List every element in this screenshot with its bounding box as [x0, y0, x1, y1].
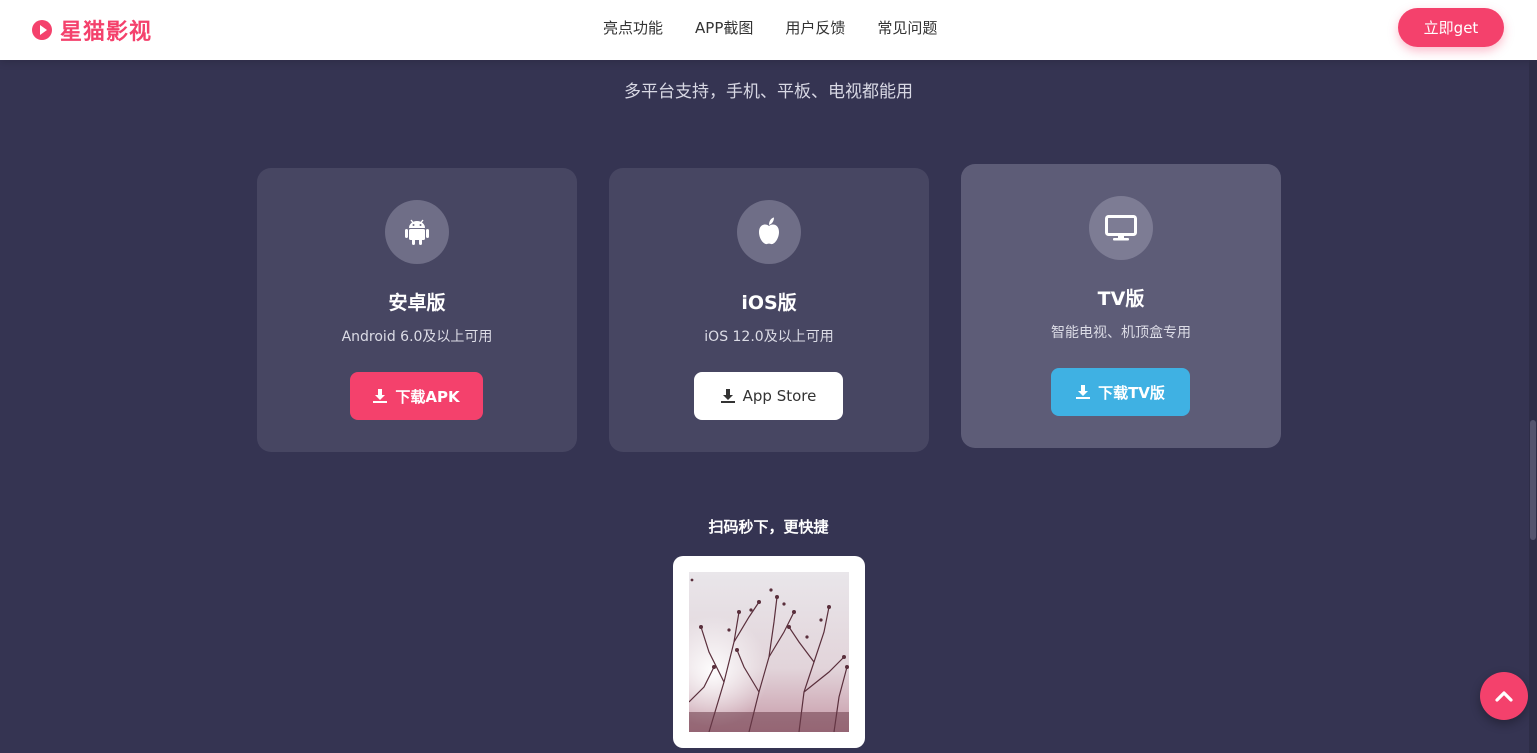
download-icon — [1076, 385, 1091, 399]
download-icon — [720, 389, 735, 403]
platform-subtitle: 多平台支持，手机、平板、电视都能用 — [624, 82, 913, 102]
card-title: 安卓版 — [388, 292, 446, 314]
card-description: iOS 12.0及以上可用 — [704, 329, 834, 345]
card-description: 智能电视、机顶盒专用 — [1051, 325, 1191, 341]
download-tv-button[interactable]: 下载TV版 — [1051, 368, 1190, 416]
android-icon — [385, 200, 449, 264]
scrollbar-thumb[interactable] — [1530, 420, 1536, 540]
app-store-button[interactable]: App Store — [694, 372, 843, 420]
tv-icon — [1089, 196, 1153, 260]
download-apk-label: 下载APK — [395, 387, 460, 406]
get-now-button[interactable]: 立即get — [1398, 8, 1504, 47]
download-apk-button[interactable]: 下载APK — [350, 372, 483, 420]
card-title: TV版 — [1097, 288, 1145, 310]
apple-icon — [737, 200, 801, 264]
nav-item-screenshots[interactable]: APP截图 — [695, 17, 753, 38]
qr-code — [673, 556, 865, 748]
nav-item-faq[interactable]: 常见问题 — [877, 17, 937, 38]
card-description: Android 6.0及以上可用 — [341, 329, 493, 345]
nav-item-features[interactable]: 亮点功能 — [603, 17, 663, 38]
card-tv: TV版 智能电视、机顶盒专用 下载TV版 — [961, 164, 1281, 448]
chevron-up-icon — [1495, 691, 1513, 702]
main-nav: 亮点功能 APP截图 用户反馈 常见问题 — [603, 17, 937, 38]
download-tv-label: 下载TV版 — [1098, 383, 1165, 402]
brand-logo[interactable]: 星猫影视 — [32, 14, 152, 46]
brand-name: 星猫影视 — [60, 20, 153, 45]
download-icon — [373, 389, 388, 403]
qr-label: 扫码秒下，更快捷 — [708, 518, 829, 536]
card-android: 安卓版 Android 6.0及以上可用 下载APK — [257, 168, 577, 452]
scrollbar[interactable] — [1529, 60, 1537, 753]
card-title: iOS版 — [741, 292, 797, 314]
card-ios: iOS版 iOS 12.0及以上可用 App Store — [609, 168, 929, 452]
nav-item-feedback[interactable]: 用户反馈 — [785, 17, 845, 38]
app-store-label: App Store — [742, 387, 817, 405]
back-to-top-button[interactable] — [1480, 672, 1528, 720]
top-header: 星猫影视 亮点功能 APP截图 用户反馈 常见问题 立即get — [0, 0, 1537, 60]
qr-image — [689, 572, 849, 732]
play-icon — [32, 20, 52, 40]
